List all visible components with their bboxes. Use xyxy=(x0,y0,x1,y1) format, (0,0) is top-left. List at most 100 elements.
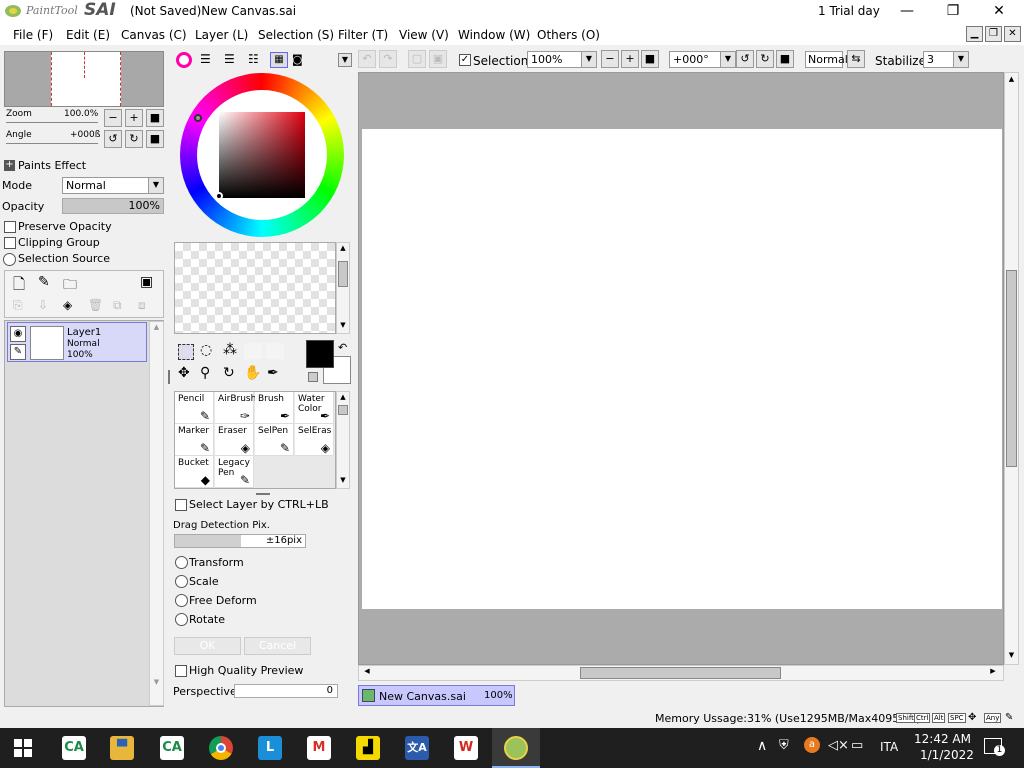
stabilizer-dropdown[interactable]: 3 ▼ xyxy=(923,51,969,68)
hq-preview-checkbox[interactable] xyxy=(175,665,187,677)
canvas[interactable] xyxy=(362,129,1002,609)
move-icon[interactable]: ✥ xyxy=(178,365,190,381)
tool-brush[interactable]: Brush ✒ xyxy=(255,392,294,424)
zoom-tool-icon[interactable]: ⚲ xyxy=(200,365,210,381)
toolbar-rotate-reset-button[interactable]: ■ xyxy=(776,50,794,68)
toolbar-zoom-reset-button[interactable]: ■ xyxy=(641,50,659,68)
undo-button[interactable]: ↶ xyxy=(358,50,376,68)
plus-icon[interactable]: + xyxy=(4,160,15,171)
magic-wand-icon[interactable]: ⁂ xyxy=(223,342,237,358)
scroll-right-icon[interactable]: ▶ xyxy=(987,667,999,675)
flip-view-button[interactable]: ⇆ xyxy=(847,50,865,68)
zoom-slider[interactable] xyxy=(6,122,98,123)
rect-select-icon[interactable] xyxy=(178,344,194,360)
security-shield-icon[interactable]: ⛨ xyxy=(779,738,789,753)
scroll-down-icon[interactable]: ▼ xyxy=(337,476,349,484)
file-explorer-icon[interactable]: ▀ xyxy=(110,736,134,760)
scroll-up-icon[interactable]: ▲ xyxy=(1006,75,1017,83)
clear-layer-icon[interactable]: ◈ xyxy=(63,298,72,312)
mdi-close-button[interactable]: ✕ xyxy=(1004,26,1021,42)
eyedropper-icon[interactable]: ✒ xyxy=(267,365,279,381)
swatches-icon[interactable]: ▦ xyxy=(270,52,288,68)
hand-icon[interactable]: ✋ xyxy=(244,365,261,381)
scroll-thumb[interactable] xyxy=(338,261,348,287)
scroll-thumb[interactable] xyxy=(338,405,348,415)
rgb-slider-icon[interactable]: ☰ xyxy=(200,53,216,67)
tool-selpen[interactable]: SelPen ✎ xyxy=(255,424,294,456)
angle-slider[interactable] xyxy=(6,143,98,144)
mdi-minimize-button[interactable]: ▁ xyxy=(966,26,983,42)
cancel-button[interactable]: Cancel xyxy=(244,637,311,655)
opacity-slider[interactable]: 100% xyxy=(62,198,164,214)
canvas-vscroll-thumb[interactable] xyxy=(1006,270,1017,467)
tool-eraser[interactable]: Eraser ◈ xyxy=(215,424,254,456)
menu-window[interactable]: Window (W) xyxy=(458,28,530,42)
copy-layer-icon[interactable]: ⎘ xyxy=(13,298,23,313)
speaker-muted-icon[interactable]: ◁× xyxy=(828,738,849,753)
zoom-in-button[interactable]: + xyxy=(125,109,143,127)
layer-row-layer1[interactable]: ◉ ✎ Layer1 Normal 100% xyxy=(7,322,147,362)
merge-down-icon[interactable]: ⇩ xyxy=(38,298,48,312)
transform-radio[interactable] xyxy=(175,556,188,569)
menu-view[interactable]: View (V) xyxy=(399,28,449,42)
selection-source-radio[interactable] xyxy=(3,253,16,266)
rotate-radio[interactable] xyxy=(175,613,188,626)
invert-selection-button[interactable]: ▣ xyxy=(429,50,447,68)
panel-splitter[interactable] xyxy=(168,370,170,384)
layer-list-scrollbar[interactable]: ▲ ▼ xyxy=(149,321,164,706)
hsv-slider-icon[interactable]: ☰ xyxy=(224,53,240,67)
panel-menu-icon[interactable]: ▼ xyxy=(338,53,352,67)
panel-splitter[interactable] xyxy=(256,493,270,495)
rotate-left-button[interactable]: ↺ xyxy=(104,130,122,148)
new-linework-layer-icon[interactable]: ✎ xyxy=(38,274,50,290)
preserve-opacity-checkbox[interactable] xyxy=(4,221,16,233)
clipping-group-checkbox[interactable] xyxy=(4,237,16,249)
scratchpad-icon[interactable]: ◙ xyxy=(292,53,308,67)
wps-office-icon[interactable]: W xyxy=(454,736,478,760)
credit-agricole-icon[interactable]: CA xyxy=(62,736,86,760)
drag-detection-slider[interactable]: ±16pix xyxy=(174,534,306,548)
saturation-value-square[interactable] xyxy=(219,112,305,198)
scroll-down-icon[interactable]: ▼ xyxy=(151,678,162,689)
scroll-down-icon[interactable]: ▼ xyxy=(337,321,349,329)
menu-canvas[interactable]: Canvas (C) xyxy=(121,28,187,42)
mdi-restore-button[interactable]: ❐ xyxy=(985,26,1002,42)
show-hidden-icons-chevron-up-icon[interactable]: ∧ xyxy=(757,738,767,754)
deselect-button[interactable]: ▢ xyxy=(408,50,426,68)
toolbar-rotate-left-button[interactable]: ↺ xyxy=(736,50,754,68)
tool-bucket[interactable]: Bucket ◆ xyxy=(175,456,214,488)
canvas-tab[interactable]: New Canvas.sai 100% xyxy=(358,685,515,706)
rotate-tool-icon[interactable]: ↻ xyxy=(223,365,235,381)
new-layer-icon[interactable]: 🗋 xyxy=(13,274,25,299)
windows-start-icon[interactable] xyxy=(14,739,32,757)
color-wheel-mode-icon[interactable] xyxy=(176,52,192,68)
clock-time[interactable]: 12:42 AM xyxy=(914,732,971,746)
toolbar-zoom-out-button[interactable]: − xyxy=(601,50,619,68)
scroll-up-icon[interactable]: ▲ xyxy=(337,244,349,252)
merge-visible-icon[interactable]: ⧉ xyxy=(113,298,122,313)
brush-lock-icon[interactable]: ✎ xyxy=(10,344,26,360)
swatches-scrollbar[interactable]: ▲ ▼ xyxy=(336,242,350,334)
l-app-icon[interactable]: L xyxy=(258,736,282,760)
menu-file[interactable]: File (F) xyxy=(13,28,53,42)
color-wheel[interactable] xyxy=(180,73,344,237)
scroll-left-icon[interactable]: ◀ xyxy=(361,667,373,675)
delete-layer-icon[interactable]: 🗑 xyxy=(88,298,103,312)
credit-agricole-icon-2[interactable]: CA xyxy=(160,736,184,760)
zoom-reset-button[interactable]: ■ xyxy=(146,109,164,127)
canvas-viewport[interactable] xyxy=(358,72,1004,665)
canvas-hscrollbar[interactable]: ◀ ▶ xyxy=(358,665,1004,681)
menu-others[interactable]: Others (O) xyxy=(537,28,600,42)
maximize-button[interactable]: ❐ xyxy=(930,0,976,22)
blend-mode-dropdown[interactable]: Normal ▼ xyxy=(62,177,164,194)
flatten-icon[interactable]: ⧈ xyxy=(138,298,146,313)
new-folder-icon[interactable]: 🗀 xyxy=(63,274,77,298)
color-swatches[interactable] xyxy=(174,242,336,334)
close-button[interactable]: ✕ xyxy=(976,0,1022,22)
tool-pencil[interactable]: Pencil ✎ xyxy=(175,392,214,424)
layer-mask-icon[interactable]: ▣ xyxy=(140,274,153,290)
toolbar-rotate-right-button[interactable]: ↻ xyxy=(756,50,774,68)
tool-legacy-pen[interactable]: Legacy Pen ✎ xyxy=(215,456,254,488)
notifications-icon[interactable]: 1 xyxy=(984,738,1005,756)
tool-grid-scrollbar[interactable]: ▲ ▼ xyxy=(336,391,350,489)
